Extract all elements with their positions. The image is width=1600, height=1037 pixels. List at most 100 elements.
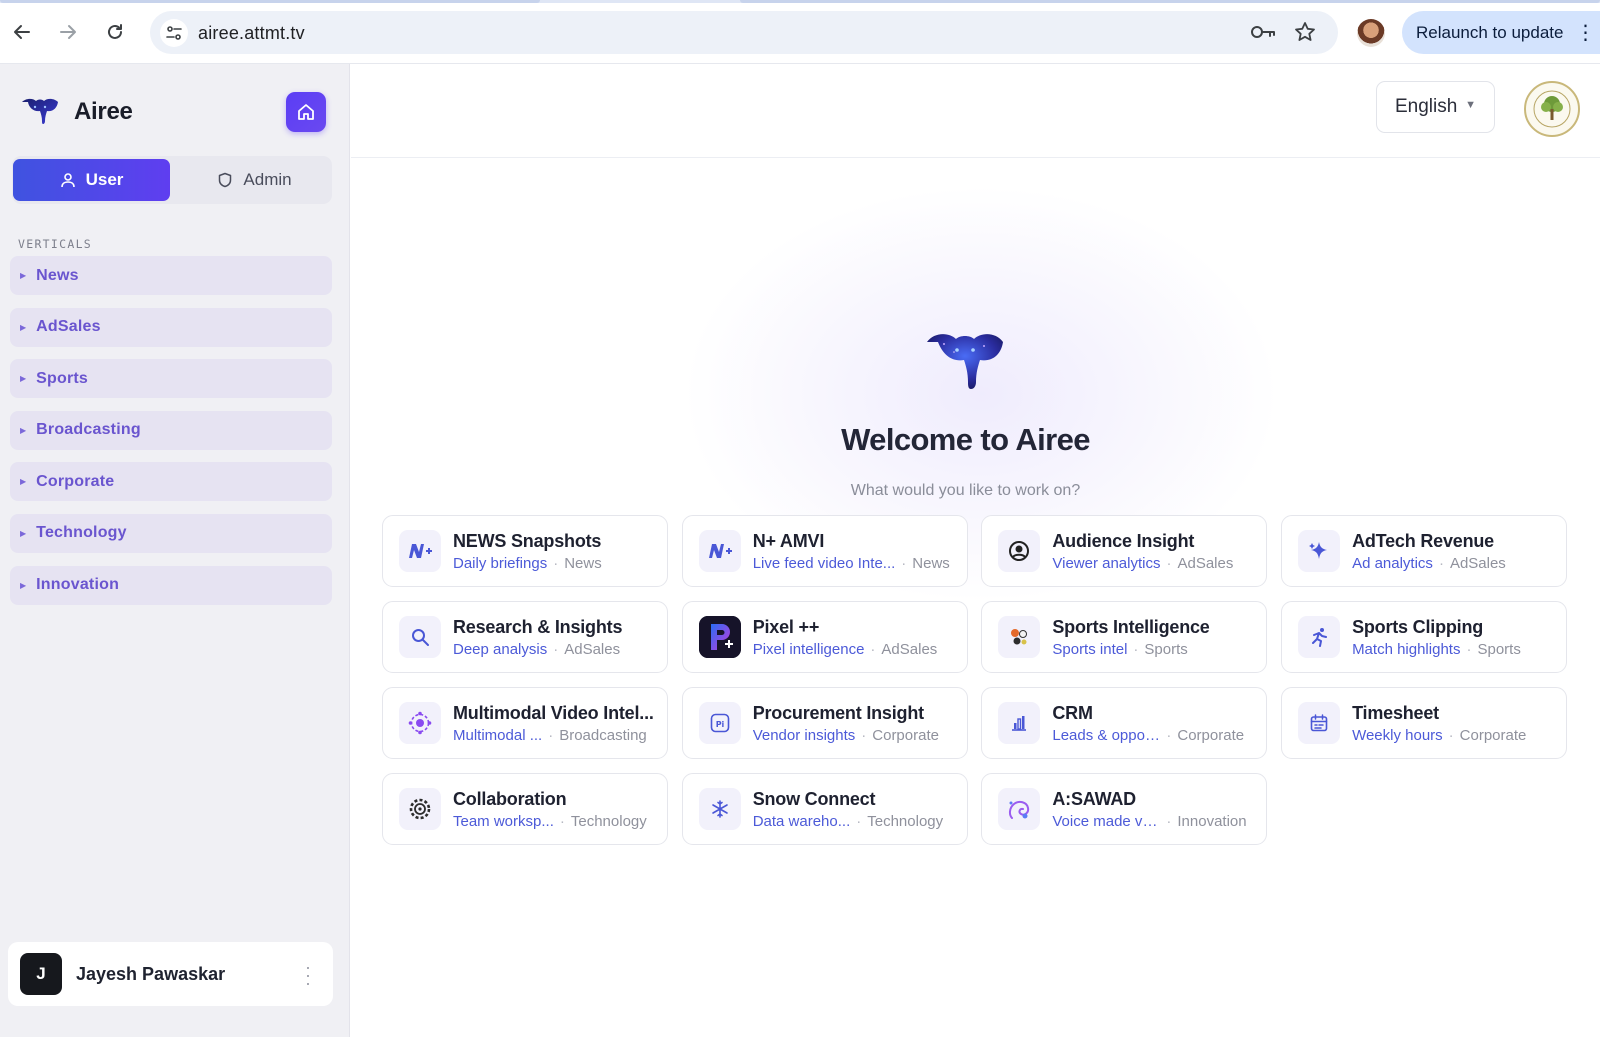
subtitle-text: What would you like to work on? [850, 482, 1081, 499]
user-profile-card[interactable]: J Jayesh Pawaskar · · · [8, 942, 333, 1006]
brand-name: Airee [74, 98, 133, 125]
card-title: Pixel ++ [752, 616, 820, 637]
more-vert-icon[interactable]: ⋮ [1575, 23, 1595, 43]
gear-icon [399, 788, 441, 830]
separator-dot: · [553, 554, 559, 572]
vertical-label: AdSales [36, 318, 101, 336]
shield-icon [219, 172, 232, 188]
card-title: Collaboration [453, 788, 567, 809]
vertical-item-broadcasting[interactable]: ▶ Broadcasting [10, 410, 332, 450]
url-text[interactable]: airee.attmt.tv [198, 23, 305, 44]
brand[interactable]: Airee [20, 96, 133, 128]
top-bar: English ▼ [351, 64, 1600, 158]
runner-icon [1298, 616, 1341, 658]
verticals-list: ▶ News ▶ AdSales ▶ Sports ▶ Broadcasting ▶ Co… [10, 256, 332, 617]
app-card-sports-intelligence[interactable]: Sports Intelligence Sports intel · Sports [981, 601, 1268, 673]
vertical-item-technology[interactable]: ▶ Technology [10, 513, 332, 553]
card-title: CRM [1052, 702, 1093, 723]
reload-icon [108, 24, 122, 39]
app-grid: NEWS Snapshots Daily briefings · News N+ A… [382, 515, 1592, 845]
more-options-icon[interactable]: · · · [305, 958, 311, 992]
app-card-sports-clipping[interactable]: Sports Clipping Match highlights · Sports [1281, 601, 1568, 673]
card-title: Snow Connect [752, 788, 876, 809]
verticals-heading: VERTICALS [18, 237, 93, 251]
app-card-timesheet[interactable]: Timesheet Weekly hours · Corporate [1281, 687, 1568, 759]
app-card-news-snapshots[interactable]: NEWS Snapshots Daily briefings · News [382, 515, 668, 587]
separator-dot: · [1166, 554, 1172, 572]
reload-button[interactable] [101, 18, 129, 46]
password-key-icon[interactable] [1250, 22, 1276, 47]
app-card-multimodal-video[interactable]: Multimodal Video Intel... Multimodal ...… [382, 687, 668, 759]
admin-role-label: Admin [243, 170, 292, 189]
separator-dot: · [861, 726, 867, 744]
card-description: Multimodal ... [453, 726, 543, 744]
elephant-logo-icon [927, 334, 1003, 389]
elephant-logo-icon [22, 98, 58, 124]
home-icon [298, 104, 314, 120]
separator-dot: · [559, 812, 565, 830]
avatar: J [20, 953, 62, 995]
app-card-a-sawad[interactable]: A:SAWAD Voice made vis... · Innovation [981, 773, 1268, 845]
welcome-text: Welcome to Airee [841, 422, 1090, 457]
app-card-audience-insight[interactable]: Audience Insight Viewer analytics · AdSale… [981, 515, 1268, 587]
back-button[interactable] [8, 18, 36, 46]
app-card-adtech-revenue[interactable]: AdTech Revenue Ad analytics · AdSales [1281, 515, 1568, 587]
caret-right-icon: ▶ [20, 271, 27, 280]
card-description: Sports intel [1052, 640, 1128, 658]
app-card-pixel-plus-plus[interactable]: Pixel ++ Pixel intelligence · AdSales [681, 601, 968, 673]
card-title: AdTech Revenue [1352, 530, 1494, 551]
calendar-icon [1298, 702, 1341, 744]
vertical-item-corporate[interactable]: ▶ Corporate [10, 462, 332, 502]
pi-icon: Pi [698, 702, 741, 744]
sports-balls-icon [998, 616, 1041, 658]
card-description: Team worksp... [453, 812, 554, 830]
app-card-procurement-insight[interactable]: Pi Procurement Insight Vendor insights · C… [681, 687, 968, 759]
sidebar: Airee User Admin VERTICALS ▶ News ▶ AdSale… [0, 64, 350, 1037]
caret-right-icon: ▶ [20, 322, 27, 332]
app-card-crm[interactable]: CRM Leads & oppor... · Corporate [981, 687, 1268, 759]
app-card-snow-connect[interactable]: Snow Connect Data wareho... · Technology [681, 773, 968, 845]
bookmark-star-icon[interactable] [1294, 21, 1316, 48]
user-name: Jayesh Pawaskar [76, 963, 226, 984]
app-card-collaboration[interactable]: Collaboration Team worksp... · Technology [382, 773, 668, 845]
card-description: Live feed video Inte... [752, 554, 896, 572]
app-card-research-insights[interactable]: Research & Insights Deep analysis · AdSale… [382, 601, 668, 673]
card-category: Corporate [872, 726, 939, 744]
home-button[interactable] [286, 92, 326, 132]
card-category: Sports [1477, 640, 1521, 658]
voice-icon [998, 788, 1041, 830]
card-category: AdSales [564, 640, 621, 658]
card-description: Daily briefings [453, 554, 548, 572]
vertical-item-news[interactable]: ▶ News [10, 256, 332, 295]
admin-role-button[interactable]: Admin [176, 159, 333, 201]
vertical-item-innovation[interactable]: ▶ Innovation [10, 565, 332, 605]
relaunch-label: Relaunch to update [1416, 22, 1564, 42]
user-role-button[interactable]: User [13, 159, 170, 201]
separator-dot: · [553, 640, 559, 658]
arrow-right-icon [60, 25, 76, 39]
news-icon [698, 530, 741, 572]
search-icon [399, 616, 441, 658]
language-select[interactable]: English ▼ [1376, 81, 1495, 133]
relaunch-button[interactable]: Relaunch to update ⋮ [1402, 11, 1600, 54]
vertical-item-adsales[interactable]: ▶ AdSales [10, 307, 332, 347]
caret-right-icon: ▶ [20, 374, 27, 384]
organization-logo[interactable] [1524, 81, 1580, 137]
separator-dot: · [856, 812, 862, 830]
card-title: N+ AMVI [752, 530, 825, 551]
site-settings-icon[interactable] [160, 19, 188, 47]
app-card-n-amvi[interactable]: N+ AMVI Live feed video Inte... · News [681, 515, 968, 587]
news-icon [399, 530, 441, 572]
separator-dot: · [1448, 726, 1454, 744]
eye-icon [998, 530, 1041, 572]
card-description: Deep analysis [453, 640, 548, 658]
forward-button[interactable] [54, 18, 82, 46]
card-description: Leads & oppor... [1052, 726, 1161, 744]
card-description: Weekly hours [1352, 726, 1443, 744]
profile-avatar[interactable] [1357, 19, 1385, 47]
card-category: Corporate [1177, 726, 1245, 744]
address-bar[interactable]: airee.attmt.tv [150, 11, 1338, 54]
vertical-label: News [36, 266, 79, 284]
vertical-label: Broadcasting [36, 421, 141, 439]
vertical-item-sports[interactable]: ▶ Sports [10, 359, 332, 399]
